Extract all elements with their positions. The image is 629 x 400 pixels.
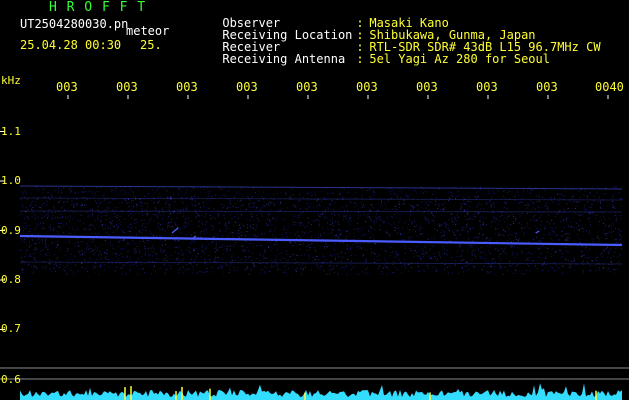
faint-trace	[19, 210, 623, 213]
filename-label: UT2504280030.pn	[20, 17, 129, 31]
time-tick-label: 003	[476, 80, 498, 94]
datetime-label: 25.04.28 00:30	[20, 38, 122, 52]
brand-label: H R O F F T	[49, 0, 147, 15]
time-tick-label: 0040	[595, 80, 624, 94]
carrier-trace	[19, 234, 623, 247]
freq-tick-label: 0.9	[1, 224, 21, 237]
meteor-echo	[171, 227, 179, 234]
signal-traces	[19, 185, 623, 265]
info-value-antenna: 5el Yagi Az 280 for Seoul	[369, 52, 550, 66]
time-tick-label: 003	[536, 80, 558, 94]
faint-trace	[19, 197, 623, 201]
short-label: 25.	[140, 38, 162, 52]
time-tick-label: 003	[176, 80, 198, 94]
time-tick-label: 003	[236, 80, 258, 94]
hroft-window: H R O F F T UT2504280030.pn meteor 25.04…	[0, 0, 629, 400]
tag-label: meteor	[126, 24, 170, 38]
freq-tick-label: 1.0	[1, 174, 21, 187]
freq-tick-label: 0.7	[1, 322, 21, 335]
station-info: Observer Receiving Location Receiver Rec…	[179, 5, 619, 65]
meteor-echo	[535, 230, 540, 234]
time-tick-label: 003	[296, 80, 318, 94]
freq-tick-label: 0.6	[1, 373, 21, 386]
freq-tick-label: 0.8	[1, 273, 21, 286]
freq-unit-label: kHz	[1, 74, 21, 87]
time-tick-label: 003	[416, 80, 438, 94]
time-tick-label: 003	[56, 80, 78, 94]
faint-trace	[19, 261, 623, 265]
spectrum-trace	[20, 383, 622, 400]
spectrum-fill	[20, 383, 622, 400]
freq-tick-label: 1.1	[1, 125, 21, 138]
time-tick-label: 003	[116, 80, 138, 94]
time-tick-label: 003	[356, 80, 378, 94]
